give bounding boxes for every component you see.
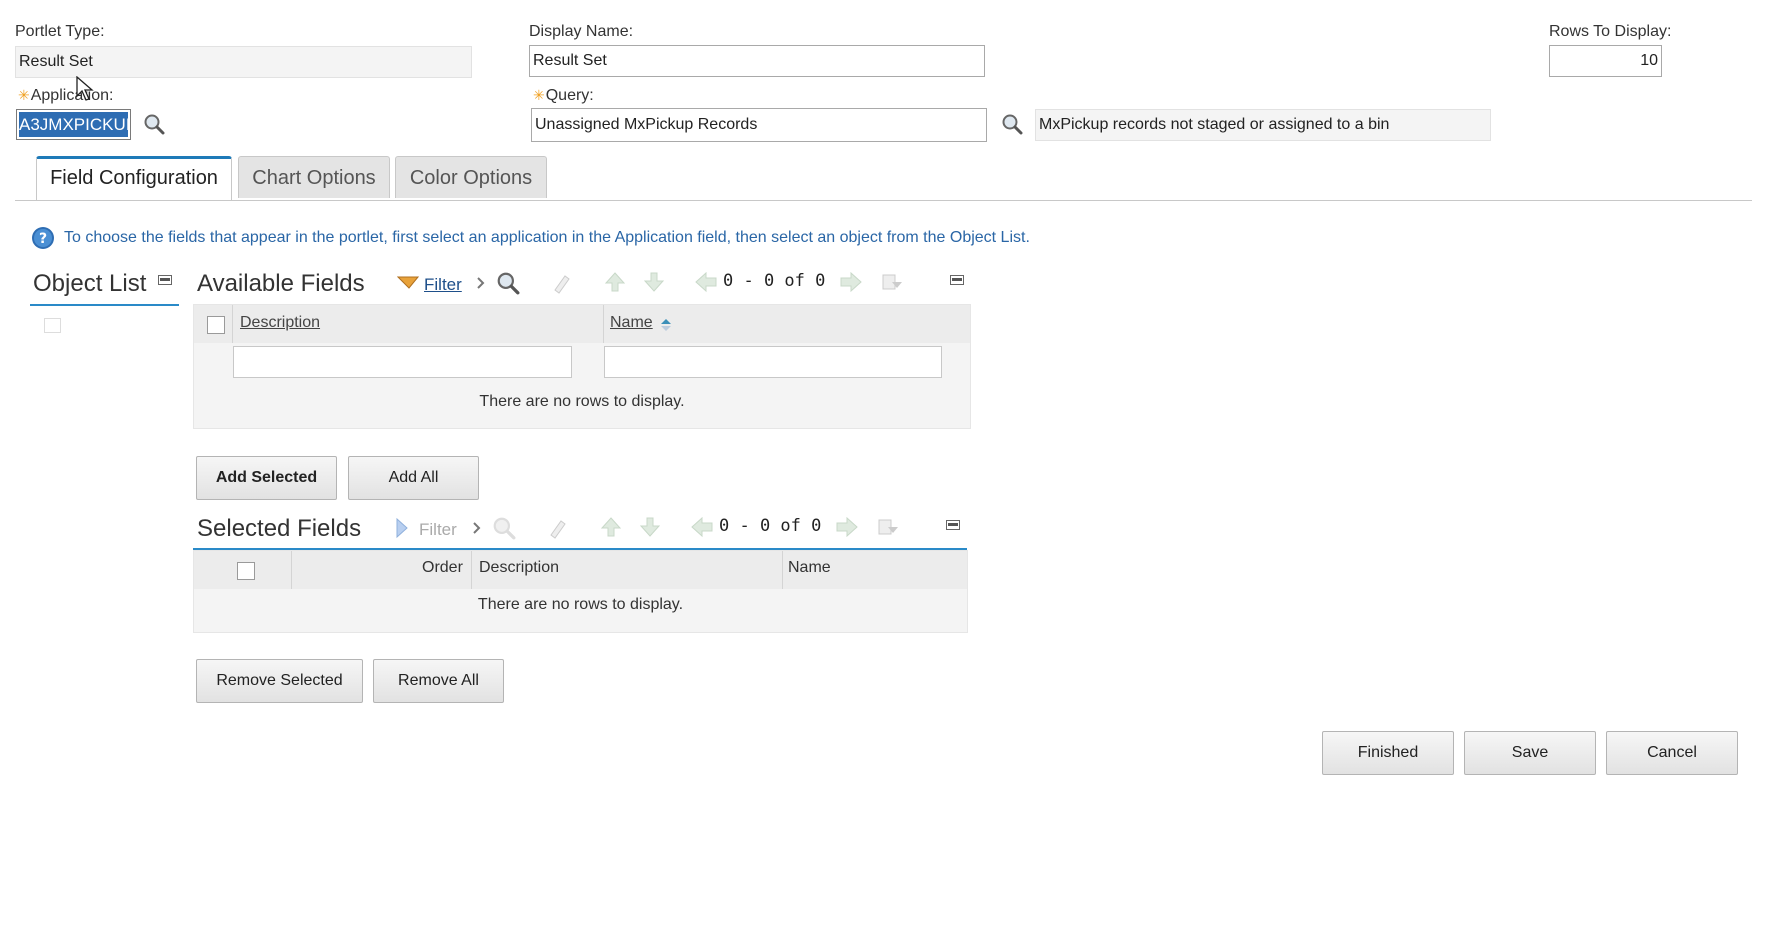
selected-empty-message: There are no rows to display. — [477, 596, 684, 613]
application-lookup-icon[interactable] — [143, 113, 165, 135]
chevron-right-icon — [473, 522, 481, 534]
application-selected-text: A3JMXPICKUI — [19, 112, 128, 137]
table-header — [194, 551, 967, 589]
add-selected-button[interactable]: Add Selected — [196, 456, 337, 500]
download-icon — [882, 274, 902, 290]
required-marker-icon: ✳ — [533, 87, 545, 103]
previous-page-icon — [695, 271, 717, 293]
remove-all-button[interactable]: Remove All — [373, 659, 504, 703]
selected-fields-table: Order Description Name There are no rows… — [193, 550, 968, 633]
finished-button[interactable]: Finished — [1322, 731, 1454, 775]
object-list-underline — [30, 304, 179, 306]
column-divider — [782, 551, 783, 589]
arrow-down-icon — [639, 517, 661, 537]
display-name-input[interactable] — [529, 45, 985, 77]
application-label-wrap: ✳Application: — [18, 87, 113, 105]
expand-filter-icon[interactable] — [395, 517, 409, 539]
selected-filter-label: Filter — [419, 520, 457, 539]
column-header-order: Order — [422, 559, 463, 576]
select-all-checkbox[interactable] — [207, 316, 225, 334]
available-empty-message: There are no rows to display. — [479, 393, 685, 410]
column-header-name[interactable]: Name — [610, 314, 653, 332]
query-label: Query: — [545, 87, 594, 104]
column-header-description: Description — [479, 559, 560, 576]
query-input[interactable] — [531, 108, 987, 142]
arrow-down-icon — [643, 272, 665, 292]
add-all-button[interactable]: Add All — [348, 456, 479, 500]
column-header-description[interactable]: Description — [240, 314, 320, 332]
query-label-wrap: ✳Query: — [533, 87, 594, 105]
sort-ascending-icon — [661, 319, 671, 331]
portlet-type-field: Result Set — [15, 46, 472, 78]
remove-selected-button[interactable]: Remove Selected — [196, 659, 363, 703]
column-divider — [603, 305, 604, 343]
object-list-collapse-icon[interactable] — [158, 275, 172, 285]
chevron-right-icon — [477, 277, 485, 289]
query-lookup-icon[interactable] — [1001, 113, 1023, 135]
next-page-icon — [840, 271, 862, 293]
arrow-up-icon — [600, 517, 622, 537]
selected-fields-title: Selected Fields — [197, 515, 362, 542]
available-fields-title: Available Fields — [197, 270, 365, 297]
tab-divider — [15, 200, 1752, 201]
clear-filter-icon — [550, 520, 566, 539]
rows-to-display-label: Rows To Display: — [1549, 23, 1672, 40]
available-collapse-icon[interactable] — [950, 275, 964, 285]
object-list-title: Object List — [33, 270, 147, 297]
tab-chart-options[interactable]: Chart Options — [238, 156, 390, 198]
search-icon[interactable] — [496, 271, 520, 295]
help-icon: ? — [32, 227, 54, 249]
column-divider — [471, 551, 472, 589]
download-icon — [878, 519, 898, 535]
column-divider — [232, 305, 233, 343]
clear-filter-icon — [554, 275, 570, 294]
next-page-icon — [836, 516, 858, 538]
svg-text:?: ? — [39, 231, 47, 247]
description-filter-input[interactable] — [233, 346, 572, 378]
mouse-cursor-icon — [76, 76, 94, 101]
column-divider — [291, 551, 292, 589]
save-button[interactable]: Save — [1464, 731, 1596, 775]
application-label: Application: — [30, 87, 114, 104]
tab-color-options[interactable]: Color Options — [395, 156, 547, 198]
available-fields-table: Description Name There are no rows to di… — [193, 304, 971, 429]
selected-pager-text: 0 - 0 of 0 — [719, 516, 822, 536]
help-text: To choose the fields that appear in the … — [64, 229, 1030, 246]
display-name-label: Display Name: — [529, 23, 634, 40]
available-filter-link[interactable]: Filter — [424, 275, 462, 295]
arrow-up-icon — [604, 272, 626, 292]
available-pager-text: 0 - 0 of 0 — [723, 271, 826, 291]
filter-funnel-icon[interactable] — [397, 275, 419, 290]
column-header-name: Name — [788, 559, 831, 576]
query-description-field: MxPickup records not staged or assigned … — [1035, 109, 1491, 141]
search-icon — [493, 517, 516, 540]
name-filter-input[interactable] — [604, 346, 942, 378]
tab-field-configuration[interactable]: Field Configuration — [36, 156, 232, 201]
object-list-checkbox[interactable] — [44, 318, 61, 333]
cancel-button[interactable]: Cancel — [1606, 731, 1738, 775]
selected-collapse-icon[interactable] — [946, 520, 960, 530]
portlet-type-label: Portlet Type: — [15, 23, 105, 40]
select-all-checkbox[interactable] — [237, 562, 255, 580]
required-marker-icon: ✳ — [18, 87, 30, 103]
previous-page-icon — [691, 516, 713, 538]
rows-to-display-input[interactable] — [1549, 45, 1662, 77]
application-input[interactable]: A3JMXPICKUI — [16, 109, 131, 140]
